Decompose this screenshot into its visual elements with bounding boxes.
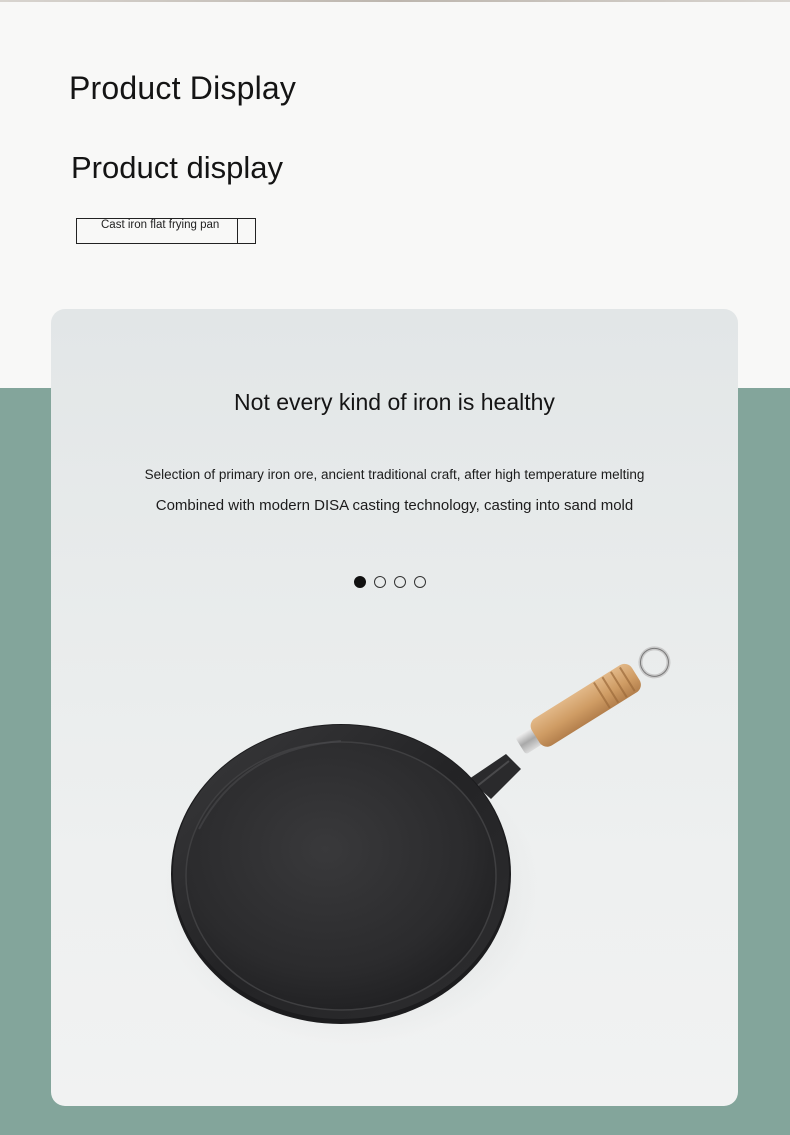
top-divider-line — [0, 0, 790, 2]
page-title: Product Display — [69, 70, 297, 106]
section-subtitle: Product display — [71, 150, 283, 185]
product-tag: Cast iron flat frying pan — [76, 218, 256, 244]
product-tag-label: Cast iron flat frying pan — [101, 219, 220, 231]
wooden-handle — [516, 646, 671, 754]
frying-pan-image — [161, 646, 671, 1044]
pan-body — [171, 724, 511, 1024]
product-card: Not every kind of iron is healthy Select… — [51, 309, 738, 1106]
product-tag-divider — [237, 219, 238, 243]
